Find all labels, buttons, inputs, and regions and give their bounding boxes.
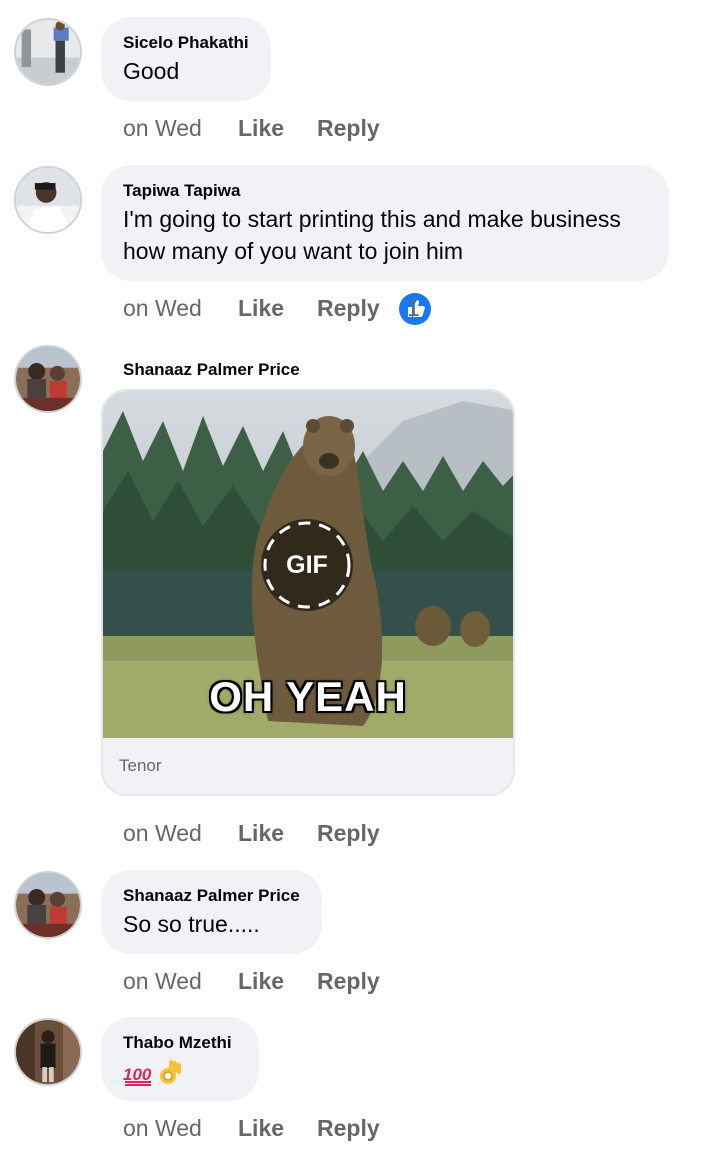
like-button[interactable]: Like [238, 293, 284, 323]
comment-author[interactable]: Thabo Mzethi [123, 1033, 237, 1053]
comment-time[interactable]: on Wed [123, 818, 202, 848]
gif-source-label[interactable]: Tenor [103, 738, 513, 794]
avatar-photo [16, 873, 80, 937]
reply-button[interactable]: Reply [317, 293, 380, 323]
comment-text: Good [123, 58, 180, 84]
avatar[interactable] [14, 18, 82, 86]
avatar[interactable] [14, 871, 82, 939]
like-button[interactable]: Like [238, 818, 284, 848]
comment-bubble: Sicelo Phakathi Good [101, 17, 271, 101]
reply-button[interactable]: Reply [317, 818, 380, 848]
comment-time[interactable]: on Wed [123, 293, 202, 323]
comment-text-line-1: I'm going to start printing this and mak… [123, 206, 621, 232]
avatar[interactable] [14, 166, 82, 234]
gif-badge-label: GIF [286, 550, 328, 579]
gif-caption: OH YEAH [209, 673, 407, 720]
avatar[interactable] [14, 345, 82, 413]
reply-button[interactable]: Reply [317, 1113, 380, 1143]
comment-bubble: Tapiwa Tapiwa I'm going to start printin… [101, 165, 669, 281]
like-button[interactable]: Like [238, 113, 284, 143]
comment-time[interactable]: on Wed [123, 1113, 202, 1143]
avatar-photo [16, 1020, 80, 1084]
gif-attachment[interactable]: GIF OH YEAH Tenor [101, 389, 515, 796]
reaction-summary[interactable]: 1 [399, 293, 431, 325]
ok-hand-emoji [160, 1060, 181, 1084]
hundred-points-emoji: 100 [123, 1065, 152, 1086]
like-button[interactable]: Like [238, 966, 284, 996]
comment-author[interactable]: Sicelo Phakathi [123, 33, 249, 53]
like-button[interactable]: Like [238, 1113, 284, 1143]
comment-time[interactable]: on Wed [123, 113, 202, 143]
reply-button[interactable]: Reply [317, 113, 380, 143]
avatar[interactable] [14, 1018, 82, 1086]
gif-image[interactable]: GIF OH YEAH [103, 391, 513, 738]
comment-author[interactable]: Shanaaz Palmer Price [123, 886, 300, 906]
gif-play-badge[interactable]: GIF [261, 519, 353, 611]
avatar-photo [16, 20, 80, 84]
comment-bubble: Thabo Mzethi 100 [101, 1017, 259, 1101]
comment-bubble: Shanaaz Palmer Price So so true..... [101, 870, 322, 954]
comment-text: So so true..... [123, 911, 260, 937]
reaction-count: 1 [407, 295, 420, 321]
avatar-photo [16, 168, 80, 232]
avatar-photo [16, 347, 80, 411]
comment-emoji-row: 100 [123, 1059, 237, 1087]
reply-button[interactable]: Reply [317, 966, 380, 996]
comment-time[interactable]: on Wed [123, 966, 202, 996]
comment-author[interactable]: Tapiwa Tapiwa [123, 181, 647, 201]
comment-text-line-2: how many of you want to join him [123, 238, 464, 264]
comment-author[interactable]: Shanaaz Palmer Price [123, 360, 300, 380]
